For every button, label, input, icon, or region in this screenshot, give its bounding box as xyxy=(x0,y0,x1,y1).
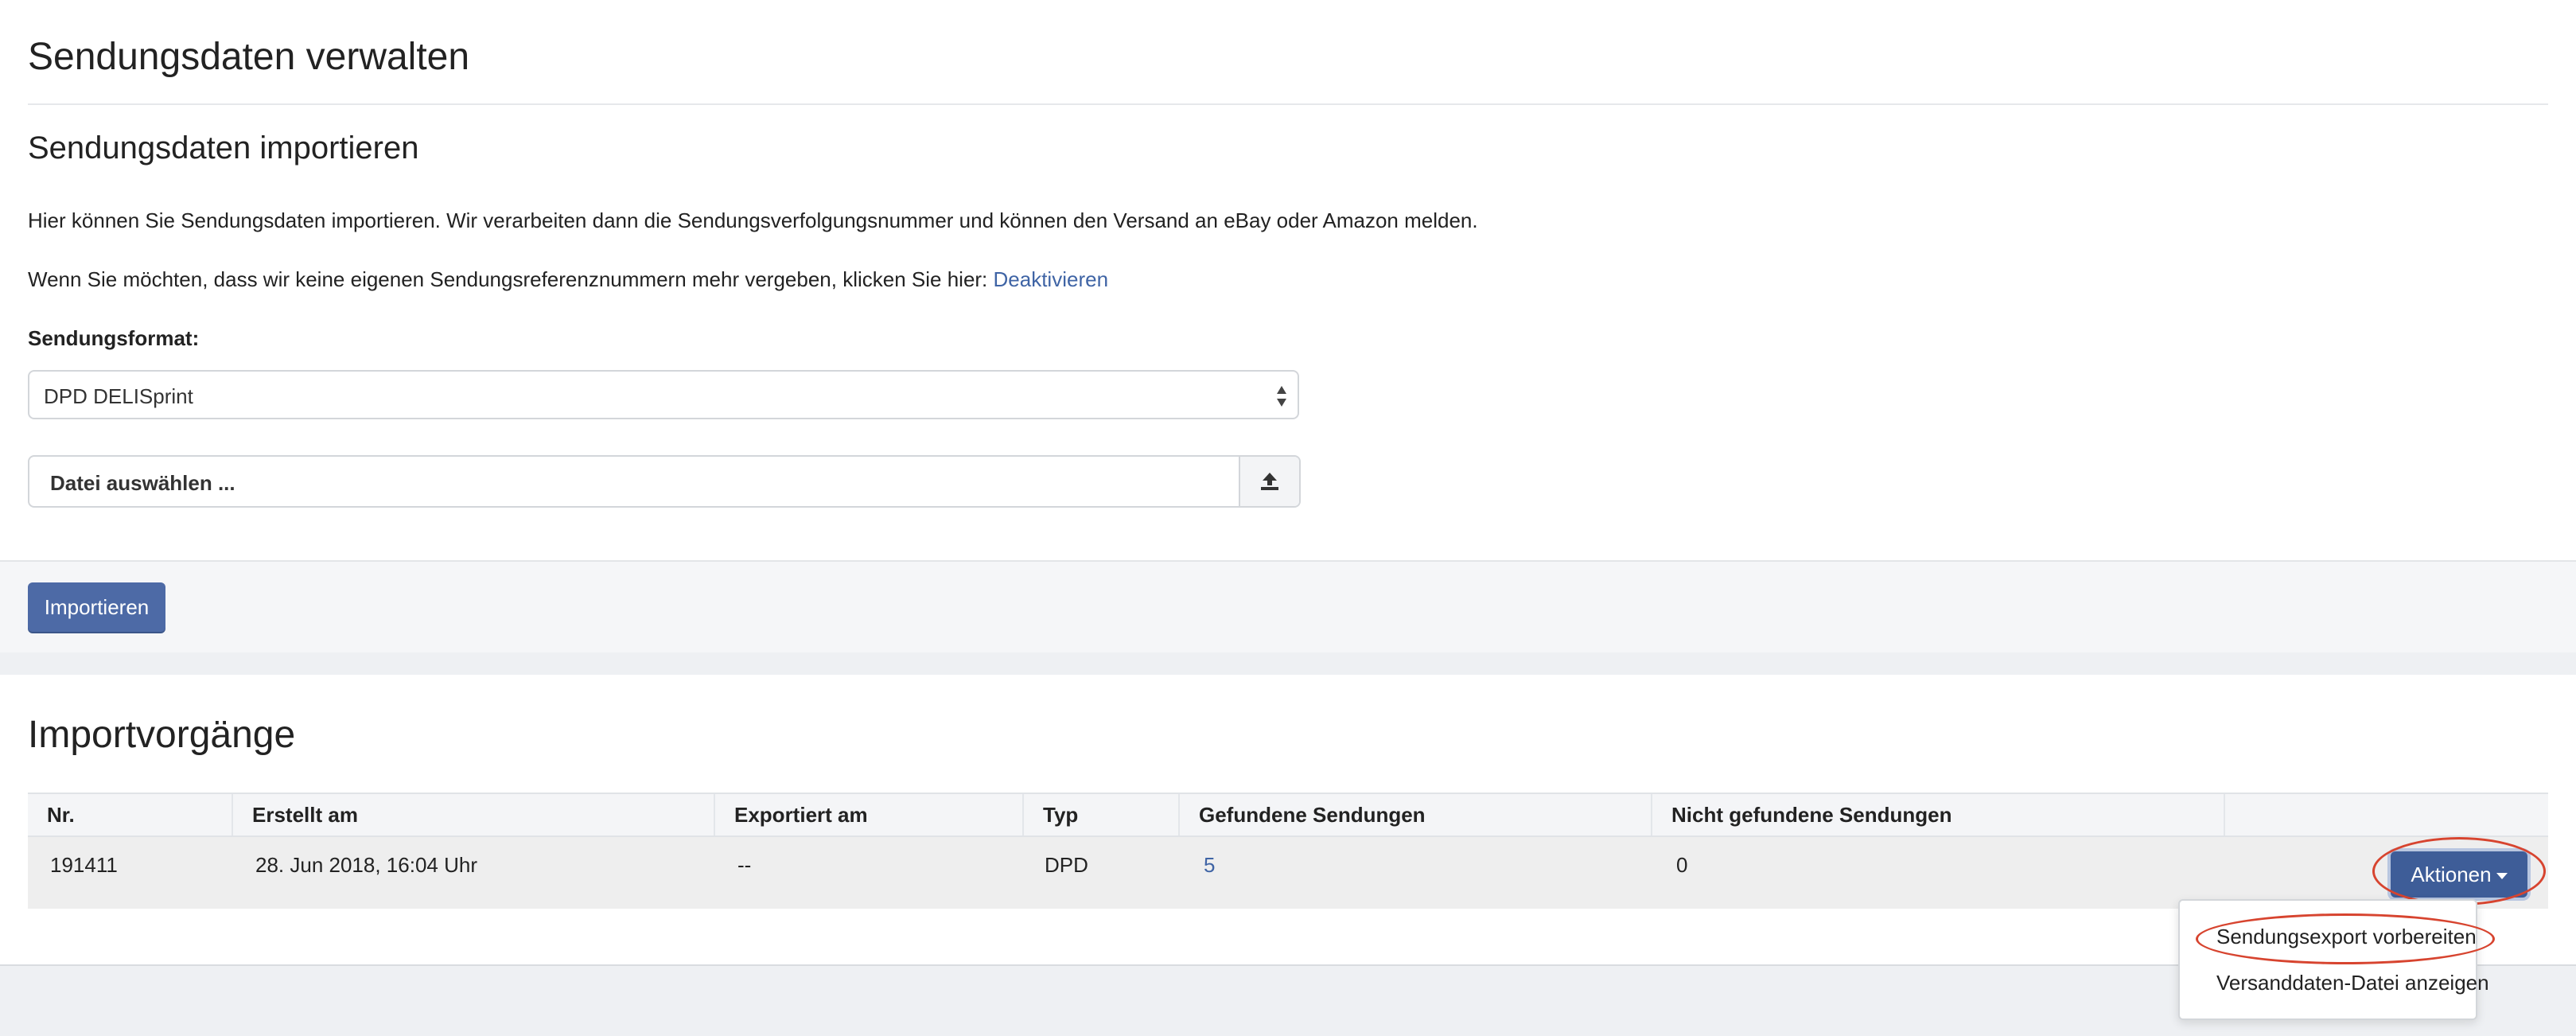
col-nr: Nr. xyxy=(28,794,233,835)
format-label: Sendungsformat: xyxy=(28,326,200,350)
upload-button[interactable] xyxy=(1239,457,1299,506)
table-row: 191411 28. Jun 2018, 16:04 Uhr -- DPD 5 … xyxy=(28,837,2548,909)
section-title-import: Sendungsdaten importieren xyxy=(28,130,419,166)
file-input-placeholder: Datei auswählen ... xyxy=(50,471,235,495)
deactivate-text: Wenn Sie möchten, dass wir keine eigenen… xyxy=(28,267,1108,292)
cell-created: 28. Jun 2018, 16:04 Uhr xyxy=(255,853,477,877)
import-button[interactable]: Importieren xyxy=(28,582,165,632)
file-input[interactable]: Datei auswählen ... xyxy=(28,455,1301,508)
actions-button[interactable]: Aktionen xyxy=(2391,851,2527,898)
table-header: Nr. Erstellt am Exportiert am Typ Gefund… xyxy=(28,793,2548,837)
menu-item-prepare-export[interactable]: Sendungsexport vorbereiten xyxy=(2216,925,2477,949)
col-exported: Exportiert am xyxy=(715,794,1024,835)
form-actions: Importieren xyxy=(0,560,2576,652)
caret-down-icon xyxy=(2496,872,2508,879)
cell-exported: -- xyxy=(737,853,752,877)
title-divider xyxy=(28,103,2548,105)
upload-icon xyxy=(1261,473,1278,490)
cell-type: DPD xyxy=(1045,853,1088,877)
found-count-link[interactable]: 5 xyxy=(1204,853,1215,877)
actions-button-label: Aktionen xyxy=(2411,862,2492,886)
col-actions xyxy=(2225,794,2548,835)
deactivate-label: Wenn Sie möchten, dass wir keine eigenen… xyxy=(28,267,994,291)
import-panel: Sendungsdaten verwalten Sendungsdaten im… xyxy=(0,0,2576,652)
select-updown-icon xyxy=(1277,386,1286,407)
format-select-value: DPD DELISprint xyxy=(44,384,193,408)
format-select[interactable]: DPD DELISprint xyxy=(28,370,1299,419)
col-created: Erstellt am xyxy=(233,794,715,835)
col-found: Gefundene Sendungen xyxy=(1180,794,1652,835)
col-type: Typ xyxy=(1024,794,1180,835)
actions-dropdown: Sendungsexport vorbereiten Versanddaten-… xyxy=(2178,899,2489,1020)
deactivate-link[interactable]: Deaktivieren xyxy=(994,267,1109,291)
cell-nr: 191411 xyxy=(50,853,118,877)
page-title: Sendungsdaten verwalten xyxy=(28,36,470,78)
cell-found: 5 xyxy=(1204,853,1215,878)
cell-not-found: 0 xyxy=(1676,853,1688,877)
menu-item-show-file[interactable]: Versanddaten-Datei anzeigen xyxy=(2216,971,2489,995)
imports-title: Importvorgänge xyxy=(28,714,296,756)
intro-text: Hier können Sie Sendungsdaten importiere… xyxy=(28,208,1478,232)
imports-table: Nr. Erstellt am Exportiert am Typ Gefund… xyxy=(28,793,2548,909)
col-not-found: Nicht gefundene Sendungen xyxy=(1652,794,2225,835)
